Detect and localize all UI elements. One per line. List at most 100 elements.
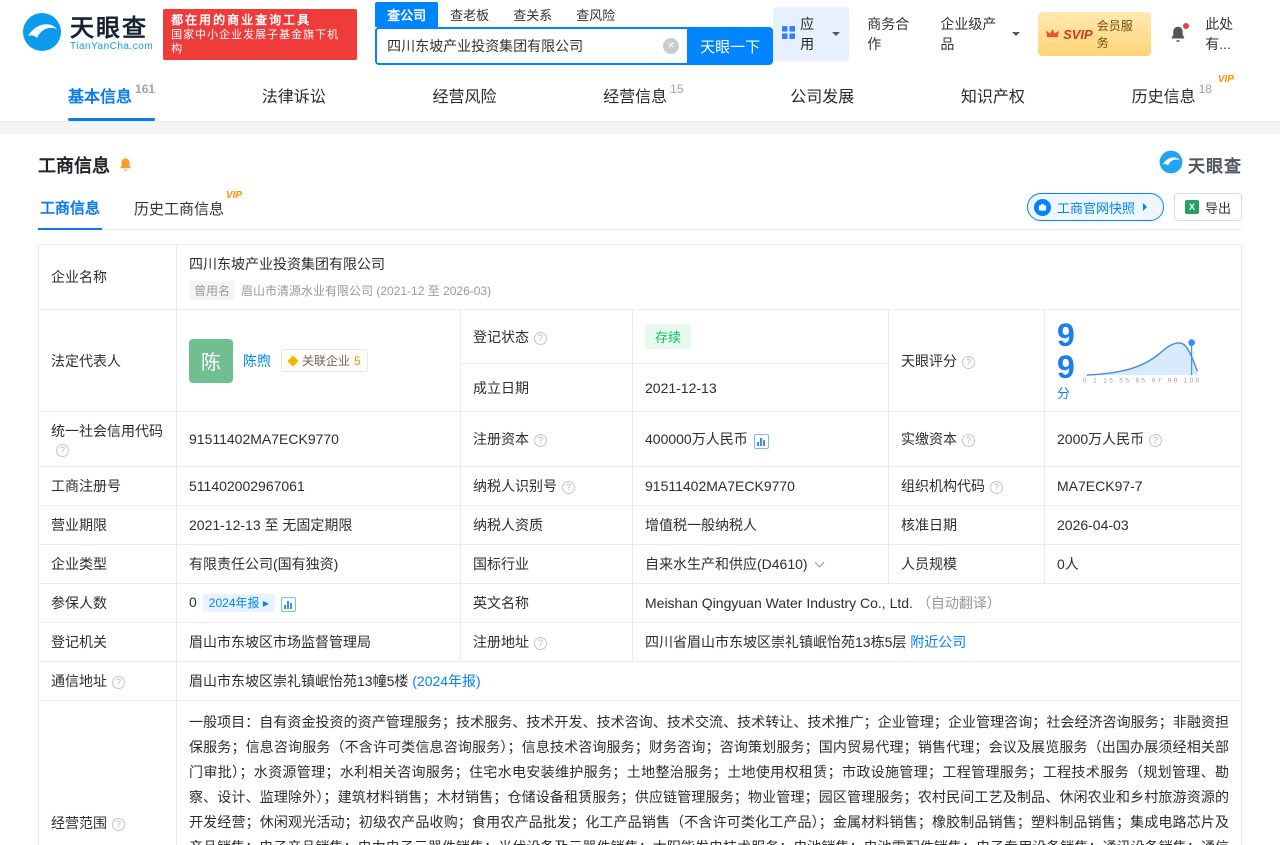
staff-size: 0人 (1057, 556, 1079, 572)
score-cell[interactable]: 99分 0 1 15 55 85 97 99 100 (1045, 310, 1242, 412)
insured-label-cell: 参保人数 (39, 584, 177, 623)
tianyancha-logo[interactable]: 天眼查 TianYanCha.com (22, 12, 153, 57)
related-count: 5 (354, 354, 361, 368)
tab-label: 历史信息 (1132, 83, 1196, 107)
search-tab-boss[interactable]: 查老板 (438, 2, 501, 27)
related-company-tag[interactable]: 关联企业 5 (281, 349, 368, 372)
help-icon[interactable] (990, 481, 1003, 494)
registry-label: 登记机关 (51, 634, 107, 650)
search-tab-relation[interactable]: 查关系 (501, 2, 564, 27)
help-icon[interactable] (562, 481, 575, 494)
annual-report-label: 2024年报 (209, 596, 260, 610)
change-record-icon[interactable] (754, 434, 769, 449)
svip-sub-label: 会员服务 (1097, 17, 1143, 51)
change-record-icon[interactable] (281, 597, 296, 612)
clear-search-icon[interactable]: × (663, 38, 679, 54)
chevron-down-icon (1012, 32, 1020, 40)
tab-legal-litigation[interactable]: 法律诉讼 (254, 68, 334, 121)
english-name-label: 英文名称 (473, 595, 529, 611)
reg-number-label: 工商注册号 (51, 478, 121, 494)
menu-cooperation[interactable]: 商务合作 (867, 14, 922, 54)
legal-rep-label: 法定代表人 (51, 353, 121, 369)
reg-number-cell: 511402002967061 (177, 467, 461, 506)
tianyancha-logo-icon (22, 12, 62, 57)
tab-operation-info[interactable]: 经营信息 15 (595, 68, 691, 121)
company-nav-tabs: 基本信息 161 法律诉讼 经营风险 经营信息 15 公司发展 知识产权 历史信… (0, 68, 1280, 122)
crown-icon (1046, 25, 1059, 43)
tab-intellectual-property[interactable]: 知识产权 (953, 68, 1033, 121)
apps-menu[interactable]: 应用 (773, 7, 849, 61)
tab-company-development[interactable]: 公司发展 (782, 68, 862, 121)
english-name: Meishan Qingyuan Water Industry Co., Ltd… (645, 595, 913, 611)
taxpayer-quality-cell: 增值税一般纳税人 (633, 506, 889, 545)
section-divider (0, 122, 1280, 134)
table-row: 工商注册号 511402002967061 纳税人识别号 91511402MA7… (39, 467, 1242, 506)
term-label-cell: 营业期限 (39, 506, 177, 545)
company-name-cell: 四川东坡产业投资集团有限公司 曾用名 眉山市清源水业有限公司 (2021-12 … (177, 245, 1242, 310)
tab-history-info[interactable]: 历史信息 18 VIP (1124, 68, 1220, 121)
help-icon[interactable] (534, 637, 547, 650)
taxpayer-quality-label-cell: 纳税人资质 (461, 506, 633, 545)
official-snapshot-button[interactable]: 工商官网快照 (1027, 193, 1164, 221)
table-row: 登记机关 眉山市东坡区市场监督管理局 注册地址 四川省眉山市东坡区崇礼镇岷怡苑1… (39, 623, 1242, 662)
help-icon[interactable] (1149, 434, 1162, 447)
reg-number: 511402002967061 (189, 478, 305, 494)
help-icon[interactable] (962, 356, 975, 369)
help-icon[interactable] (56, 444, 69, 457)
industry-cell: 自来水生产和供应(D4610) (633, 545, 889, 584)
subtab-history-info[interactable]: 历史工商信息 VIP (132, 198, 226, 229)
monitor-bell-icon[interactable] (118, 157, 133, 172)
tab-label: 经营信息 (603, 83, 667, 107)
registry: 眉山市东坡区市场监督管理局 (189, 634, 371, 650)
avatar[interactable]: 陈 (189, 339, 233, 383)
page: 天眼查 TianYanCha.com 都在用的商业查询工具 国家中小企业发展子基… (0, 0, 1280, 845)
subtab-current-info[interactable]: 工商信息 (38, 197, 102, 230)
menu-enterprise[interactable]: 企业级产品 (940, 14, 1020, 54)
excel-icon: X (1185, 200, 1199, 214)
score-value: 99 (1057, 317, 1075, 385)
help-icon[interactable] (112, 676, 125, 689)
notification-bell-icon[interactable] (1169, 25, 1187, 43)
chevron-down-icon[interactable] (814, 558, 824, 568)
mail-annual-report-link[interactable]: (2024年报) (412, 673, 480, 689)
reg-address-cell: 四川省眉山市东坡区崇礼镇岷怡苑13栋5层 附近公司 (633, 623, 1242, 662)
business-scope-label: 经营范围 (51, 815, 107, 831)
tab-basic-info[interactable]: 基本信息 161 (60, 68, 163, 121)
tab-operation-risk[interactable]: 经营风险 (424, 68, 504, 121)
tab-count: 161 (135, 82, 155, 96)
table-row: 法定代表人 陈 陈煦 关联企业 5 登记状态 (39, 310, 1242, 364)
apps-label: 应用 (800, 14, 827, 54)
help-icon[interactable] (112, 818, 125, 831)
approval-date-label: 核准日期 (901, 517, 957, 533)
svip-member-button[interactable]: SVIP 会员服务 (1038, 12, 1151, 56)
search-tabs: 查公司 查老板 查关系 查风险 (375, 3, 773, 27)
reg-capital-cell: 400000万人民币 (633, 412, 889, 467)
help-icon[interactable] (962, 434, 975, 447)
paid-capital-label: 实缴资本 (901, 431, 957, 447)
nearby-companies-link[interactable]: 附近公司 (910, 634, 966, 650)
search-tab-risk[interactable]: 查风险 (564, 2, 627, 27)
search-tab-company[interactable]: 查公司 (375, 2, 438, 27)
help-icon[interactable] (534, 434, 547, 447)
search-input[interactable] (387, 38, 663, 54)
annual-report-tag[interactable]: 2024年报 ▸ (203, 594, 275, 612)
tab-count: 18 (1199, 82, 1212, 96)
taxpayer-id: 91511402MA7ECK9770 (645, 478, 795, 494)
paid-capital-label-cell: 实缴资本 (889, 412, 1045, 467)
legal-rep-link[interactable]: 陈煦 (243, 351, 271, 371)
export-button[interactable]: X 导出 (1174, 193, 1242, 221)
english-name-label-cell: 英文名称 (461, 584, 633, 623)
chevron-right-icon (1143, 203, 1151, 211)
search-button[interactable]: 天眼一下 (687, 27, 773, 65)
subtab-label: 历史工商信息 (134, 201, 224, 218)
tab-label: 公司发展 (790, 83, 854, 107)
table-row: 统一社会信用代码 91511402MA7ECK9770 注册资本 400000万… (39, 412, 1242, 467)
export-label: 导出 (1205, 198, 1231, 217)
business-info-table: 企业名称 四川东坡产业投资集团有限公司 曾用名 眉山市清源水业有限公司 (202… (38, 244, 1242, 845)
menu-more[interactable]: 此处有... (1205, 14, 1258, 54)
est-date-label: 成立日期 (473, 380, 529, 396)
legal-rep-label-cell: 法定代表人 (39, 310, 177, 412)
svip-label: SVIP (1063, 27, 1093, 42)
help-icon[interactable] (534, 332, 547, 345)
taxpayer-id-cell: 91511402MA7ECK9770 (633, 467, 889, 506)
